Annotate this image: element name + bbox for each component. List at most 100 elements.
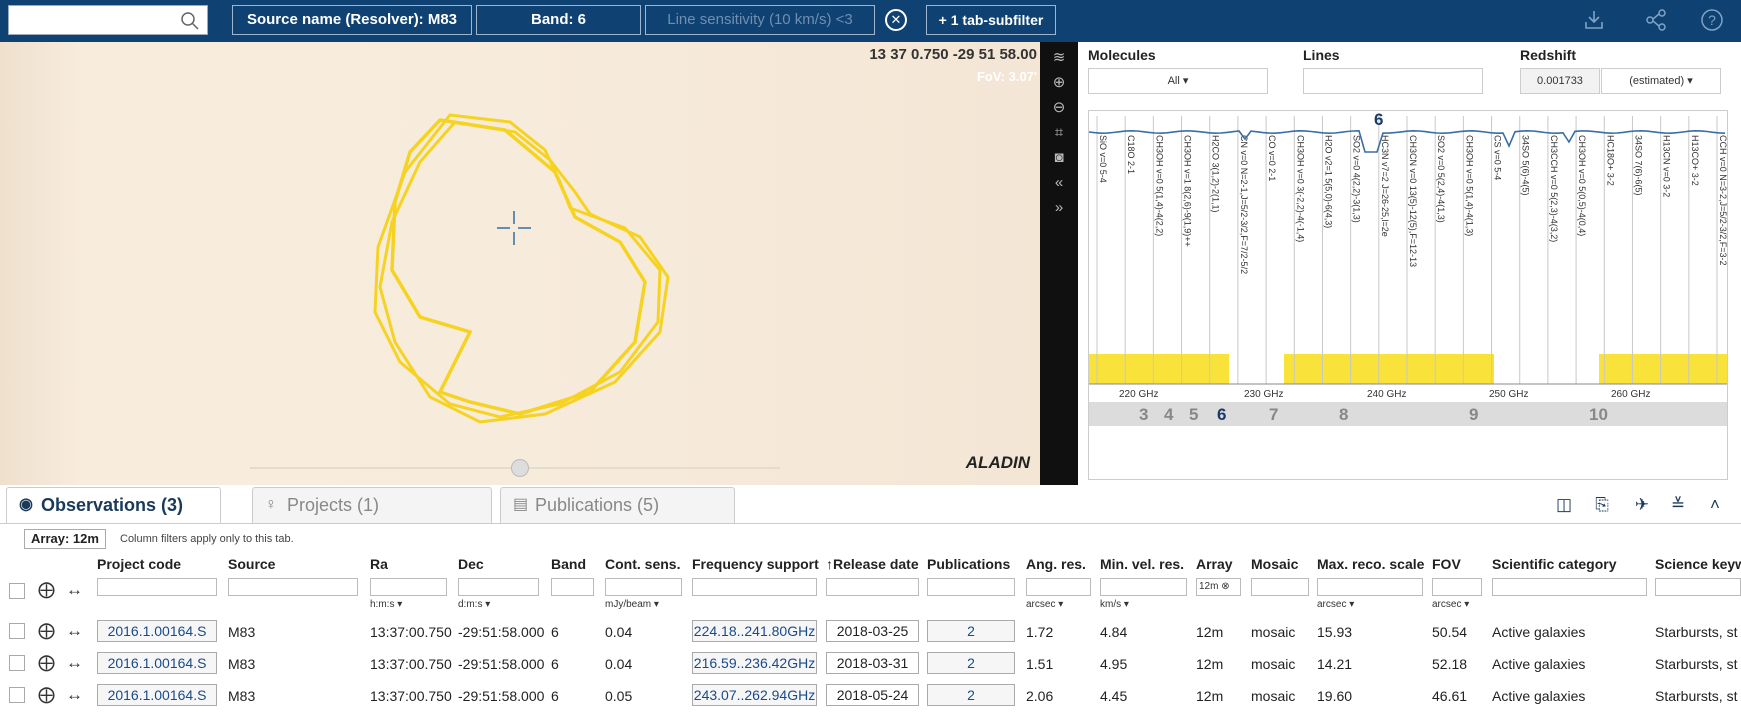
columns-icon[interactable]: ◫ bbox=[1554, 495, 1574, 515]
expand-right-icon[interactable]: » bbox=[1049, 198, 1069, 218]
array-filter-chip[interactable]: Array: 12m bbox=[24, 529, 106, 549]
target-icon[interactable]: ⨁ bbox=[38, 621, 55, 641]
col-frequency-support[interactable]: Frequency support bbox=[692, 556, 819, 572]
tab-observations[interactable]: ◉ Observations (3) bbox=[6, 487, 221, 523]
expand-down-icon[interactable]: ≚ bbox=[1668, 495, 1688, 515]
filter-release-date[interactable] bbox=[826, 578, 919, 596]
filter-project-code[interactable] bbox=[97, 578, 217, 596]
collapse-left-icon[interactable]: « bbox=[1049, 173, 1069, 193]
publications-button[interactable]: 2 bbox=[927, 684, 1015, 706]
unit-ang-res[interactable]: arcsec ▾ bbox=[1026, 599, 1063, 610]
redshift-mode-select[interactable]: (estimated) ▾ bbox=[1601, 68, 1721, 94]
col-max-reco-scale[interactable]: Max. reco. scale bbox=[1317, 556, 1424, 572]
tab-publications[interactable]: ▤ Publications (5) bbox=[500, 487, 735, 523]
unit-cont-sens[interactable]: mJy/beam ▾ bbox=[605, 599, 659, 610]
frequency-support-link[interactable]: 216.59..236.42GHz bbox=[692, 652, 817, 674]
col-release-date[interactable]: ↑Release date bbox=[826, 556, 919, 572]
search-input[interactable] bbox=[8, 5, 208, 35]
col-min-vel-res[interactable]: Min. vel. res. bbox=[1100, 556, 1184, 572]
collapse-up-icon[interactable]: ˄ bbox=[1705, 495, 1725, 515]
project-code-link[interactable]: 2016.1.00164.S bbox=[97, 652, 217, 674]
target-icon[interactable]: ⨁ bbox=[38, 685, 55, 705]
cell-ra: 13:37:00.750 bbox=[370, 624, 452, 640]
tab-subfilter-chip[interactable]: + 1 tab-subfilter bbox=[926, 5, 1056, 35]
row-checkbox[interactable] bbox=[9, 687, 25, 703]
target-icon[interactable]: ⨁ bbox=[38, 580, 55, 600]
filter-dec[interactable] bbox=[458, 578, 539, 596]
filter-ang-res[interactable] bbox=[1026, 578, 1091, 596]
unit-ra[interactable]: h:m:s ▾ bbox=[370, 599, 402, 610]
molecules-select[interactable]: All ▾ bbox=[1088, 68, 1268, 94]
project-code-link[interactable]: 2016.1.00164.S bbox=[97, 620, 217, 642]
download-icon[interactable] bbox=[1582, 8, 1606, 32]
row-checkbox[interactable] bbox=[9, 623, 25, 639]
col-band[interactable]: Band bbox=[551, 556, 586, 572]
filter-cont-sens[interactable] bbox=[605, 578, 682, 596]
col-publications[interactable]: Publications bbox=[927, 556, 1010, 572]
publications-button[interactable]: 2 bbox=[927, 652, 1015, 674]
row-checkbox[interactable] bbox=[9, 655, 25, 671]
line-sensitivity-chip[interactable]: Line sensitivity (10 km/s) <3 bbox=[645, 5, 875, 35]
col-ra[interactable]: Ra bbox=[370, 556, 388, 572]
col-ang-res[interactable]: Ang. res. bbox=[1026, 556, 1086, 572]
filter-publications[interactable] bbox=[927, 578, 1015, 596]
filter-frequency[interactable] bbox=[692, 578, 817, 596]
zoom-out-icon[interactable]: ⊖ bbox=[1049, 98, 1069, 118]
layers-icon[interactable]: ≋ bbox=[1049, 48, 1069, 68]
col-cont-sens[interactable]: Cont. sens. bbox=[605, 556, 680, 572]
frequency-support-link[interactable]: 243.07..262.94GHz bbox=[692, 684, 817, 706]
table-row[interactable]: ⨁ ↔ 2016.1.00164.S M83 13:37:00.750 -29:… bbox=[0, 616, 1741, 648]
width-icon[interactable]: ↔ bbox=[66, 653, 83, 673]
spectrum-plot[interactable]: SiO v=0 5-4 C18O 2-1 CH3OH v=0 5(1,4)-4(2,… bbox=[1088, 110, 1728, 480]
col-dec[interactable]: Dec bbox=[458, 556, 484, 572]
zoom-in-icon[interactable]: ⊕ bbox=[1049, 73, 1069, 93]
filter-max-reco-scale[interactable] bbox=[1317, 578, 1423, 596]
send-icon[interactable]: ✈ bbox=[1632, 495, 1652, 515]
col-scientific-category[interactable]: Scientific category bbox=[1492, 556, 1617, 572]
sky-map[interactable]: 13 37 0.750 -29 51 58.00 FoV: 3.07' ALAD… bbox=[0, 42, 1040, 485]
source-filter-chip[interactable]: Source name (Resolver): M83 bbox=[232, 5, 472, 35]
clear-filters-icon[interactable]: ✕ bbox=[885, 9, 907, 31]
lines-input[interactable] bbox=[1303, 68, 1483, 94]
help-icon[interactable]: ? bbox=[1700, 8, 1724, 32]
filter-fov[interactable] bbox=[1432, 578, 1482, 596]
filter-source[interactable] bbox=[228, 578, 358, 596]
camera-icon[interactable]: ◙ bbox=[1049, 148, 1069, 168]
unit-min-vel-res[interactable]: km/s ▾ bbox=[1100, 599, 1129, 610]
filter-min-vel-res[interactable] bbox=[1100, 578, 1187, 596]
width-icon[interactable]: ↔ bbox=[66, 621, 83, 641]
zoom-slider-handle[interactable] bbox=[511, 459, 529, 477]
filter-scientific-category[interactable] bbox=[1492, 578, 1647, 596]
filter-ra[interactable] bbox=[370, 578, 447, 596]
col-mosaic[interactable]: Mosaic bbox=[1251, 556, 1298, 572]
filter-array[interactable]: 12m ⊗ bbox=[1196, 578, 1241, 596]
search-icon[interactable] bbox=[181, 12, 199, 30]
target-icon[interactable]: ⨁ bbox=[38, 653, 55, 673]
table-row[interactable]: ⨁ ↔ 2016.1.00164.S M83 13:37:00.750 -29:… bbox=[0, 648, 1741, 680]
select-icon[interactable]: ⌗ bbox=[1049, 123, 1069, 143]
unit-fov[interactable]: arcsec ▾ bbox=[1432, 599, 1469, 610]
redshift-input[interactable]: 0.001733 bbox=[1520, 68, 1600, 94]
col-fov[interactable]: FOV bbox=[1432, 556, 1461, 572]
filter-science-keywords[interactable] bbox=[1655, 578, 1741, 596]
width-icon[interactable]: ↔ bbox=[66, 580, 83, 600]
publications-button[interactable]: 2 bbox=[927, 620, 1015, 642]
table-row[interactable]: ⨁ ↔ 2016.1.00164.S M83 13:37:00.750 -29:… bbox=[0, 680, 1741, 712]
select-all-checkbox[interactable] bbox=[9, 583, 25, 599]
col-project-code[interactable]: Project code bbox=[97, 556, 181, 572]
col-science-keywords[interactable]: Science keyw bbox=[1655, 556, 1741, 572]
unit-dec[interactable]: d:m:s ▾ bbox=[458, 599, 490, 610]
cell-band: 6 bbox=[551, 688, 559, 704]
filter-band[interactable] bbox=[551, 578, 594, 596]
filter-mosaic[interactable] bbox=[1251, 578, 1309, 596]
share-icon[interactable] bbox=[1644, 8, 1668, 32]
tab-projects[interactable]: ♀ Projects (1) bbox=[252, 487, 492, 523]
export-icon[interactable]: ⎘ bbox=[1592, 495, 1612, 515]
width-icon[interactable]: ↔ bbox=[66, 685, 83, 705]
project-code-link[interactable]: 2016.1.00164.S bbox=[97, 684, 217, 706]
col-source[interactable]: Source bbox=[228, 556, 275, 572]
band-filter-chip[interactable]: Band: 6 bbox=[476, 5, 641, 35]
col-array[interactable]: Array bbox=[1196, 556, 1233, 572]
unit-max-reco-scale[interactable]: arcsec ▾ bbox=[1317, 599, 1354, 610]
frequency-support-link[interactable]: 224.18..241.80GHz bbox=[692, 620, 817, 642]
